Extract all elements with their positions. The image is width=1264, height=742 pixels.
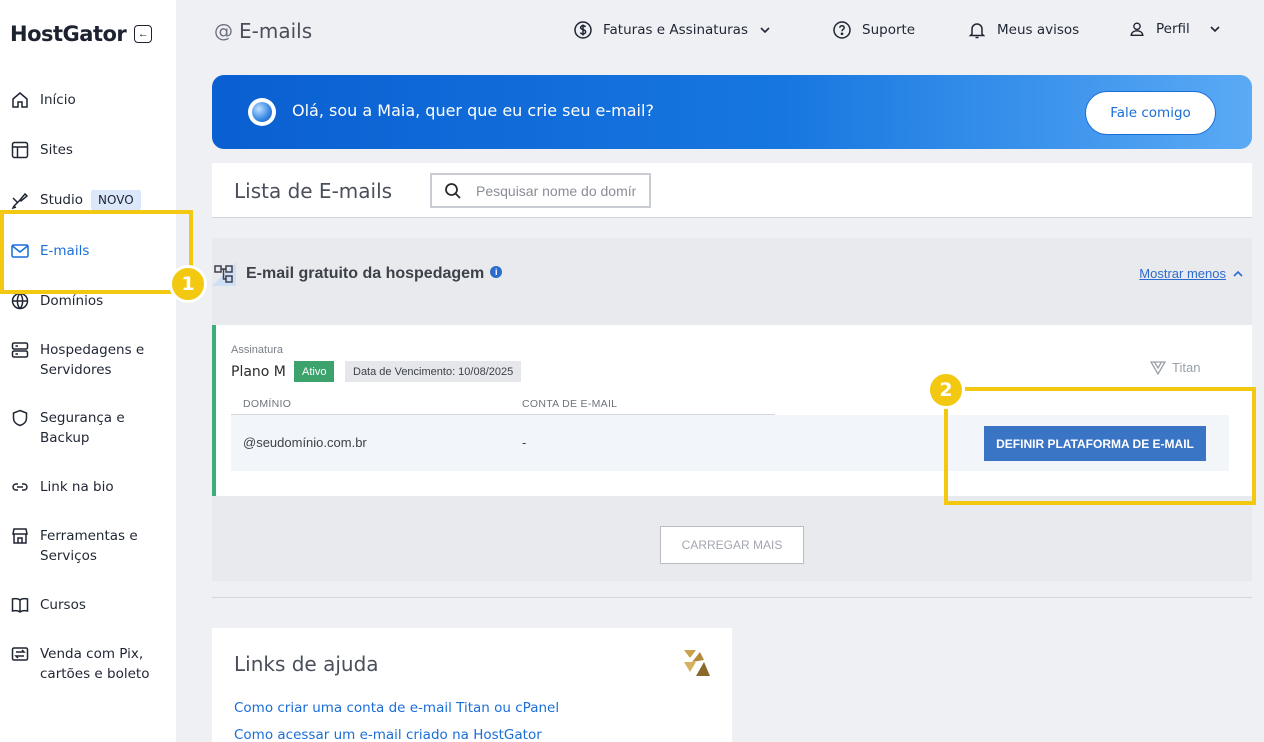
hostgator-shape-icon (684, 650, 710, 676)
studio-label: Studio (40, 192, 83, 208)
store-icon (12, 528, 28, 544)
new-badge: NOVO (91, 190, 141, 210)
maia-banner: Olá, sou a Maia, quer que eu crie seu e-… (212, 75, 1252, 149)
sidebar-item-studio[interactable]: Studio NOVO (0, 190, 176, 210)
user-icon (1130, 22, 1144, 36)
notices-link[interactable]: Meus avisos (967, 20, 1079, 40)
column-header-email-account: CONTA DE E-MAIL (522, 398, 618, 410)
help-link-create-account[interactable]: Como criar uma conta de e-mail Titan ou … (234, 700, 559, 716)
chevron-down-icon (1210, 26, 1220, 33)
at-icon: @ (214, 20, 233, 42)
status-badge: Ativo (294, 361, 335, 382)
notices-label: Meus avisos (997, 22, 1080, 38)
email-list-title: Lista de E-mails (234, 179, 393, 203)
sidebar-item-label: Hospedagens e Servidores (40, 342, 145, 378)
load-more-button[interactable]: CARREGAR MAIS (660, 526, 804, 564)
book-icon (11, 597, 29, 613)
help-links-card: Links de ajuda Como criar uma conta de e… (212, 628, 732, 742)
help-link-access-email[interactable]: Como acessar um e-mail criado na HostGat… (234, 727, 542, 742)
domain-search-input[interactable] (476, 182, 636, 199)
help-circle-icon (833, 21, 851, 39)
show-less-toggle[interactable]: Mostrar menos (1139, 266, 1244, 281)
support-link[interactable]: Suporte (832, 20, 915, 40)
info-icon[interactable]: i (490, 266, 503, 278)
section-title-text: E-mail gratuito da hospedagem (246, 265, 485, 282)
section-header: E-mail gratuito da hospedagem i (212, 262, 503, 286)
sidebar-item-label: Início (40, 92, 76, 108)
step-badge-2: 2 (927, 371, 965, 409)
shield-icon (12, 409, 28, 427)
support-label: Suporte (862, 22, 916, 38)
sidebar-item-label: Venda com Pix, cartões e boleto (40, 646, 150, 682)
maia-avatar-icon (248, 98, 276, 126)
sidebar-item-seguranca[interactable]: Segurança e Backup (0, 408, 176, 448)
sidebar-item-link-na-bio[interactable]: Link na bio (0, 477, 176, 497)
titan-label: Titan (1172, 360, 1201, 375)
sidebar-item-label: Ferramentas e Serviços (40, 528, 138, 564)
home-icon (12, 92, 28, 108)
section-title: E-mail gratuito da hospedagem i (246, 265, 503, 283)
due-date-badge: Data de Vencimento: 10/08/2025 (345, 361, 522, 382)
maia-banner-text: Olá, sou a Maia, quer que eu crie seu e-… (292, 101, 654, 120)
sidebar-item-venda-pix[interactable]: Venda com Pix, cartões e boleto (0, 644, 176, 684)
hosting-network-icon (212, 262, 236, 286)
row-email-account: - (522, 435, 527, 450)
sidebar-item-label: Cursos (40, 597, 86, 613)
content-divider (212, 597, 1252, 598)
sidebar-item-label: Domínios (40, 293, 104, 309)
sidebar-item-label: Sites (40, 142, 73, 158)
dollar-circle-icon (574, 21, 592, 39)
sidebar-item-cursos[interactable]: Cursos (0, 595, 176, 615)
chevron-down-icon (760, 27, 770, 34)
billing-menu[interactable]: Faturas e Assinaturas (573, 20, 772, 40)
profile-menu[interactable]: Perfil (1128, 20, 1222, 38)
row-domain: @seudomínio.com.br (243, 435, 367, 450)
plan-name: Plano M (231, 364, 286, 380)
billing-label: Faturas e Assinaturas (603, 22, 748, 38)
show-less-label: Mostrar menos (1139, 266, 1226, 281)
talk-to-maia-button[interactable]: Fale comigo (1085, 91, 1216, 135)
brush-icon (11, 192, 29, 210)
domain-search-box[interactable] (430, 173, 651, 208)
layout-icon (11, 141, 29, 159)
brand-logo[interactable]: HostGator ← (10, 22, 153, 46)
page-title: @ E-mails (214, 19, 312, 43)
search-icon (445, 182, 461, 199)
sidebar: HostGator ← Início Sites Studio NOVO E-ma… (0, 0, 176, 742)
transfer-icon (11, 647, 29, 661)
titan-platform: Titan (1150, 360, 1200, 375)
server-icon (11, 342, 29, 358)
sidebar-item-sites[interactable]: Sites (0, 140, 176, 160)
globe-icon (11, 292, 29, 310)
collapse-sidebar-icon[interactable]: ← (134, 25, 153, 43)
page-title-text: E-mails (239, 19, 313, 43)
help-links-title: Links de ajuda (234, 652, 379, 676)
sidebar-item-label: Link na bio (40, 479, 114, 495)
titan-logo-icon (1150, 360, 1166, 375)
chevron-up-icon (1233, 270, 1243, 277)
step-badge-1: 1 (169, 265, 207, 303)
brand-name: HostGator (10, 22, 127, 46)
sidebar-item-label: Segurança e Backup (40, 410, 125, 446)
profile-label: Perfil (1156, 21, 1190, 37)
email-list-header: Lista de E-mails (212, 163, 1252, 218)
sidebar-item-ferramentas[interactable]: Ferramentas e Serviços (0, 526, 176, 566)
sidebar-item-dominios[interactable]: Domínios (0, 291, 176, 311)
column-header-domain: DOMÍNIO (243, 398, 292, 410)
link-icon (12, 483, 28, 491)
sidebar-item-inicio[interactable]: Início (0, 90, 176, 110)
subscription-label: Assinatura (231, 344, 283, 356)
highlight-box-emails (0, 210, 193, 294)
highlight-box-define-platform (944, 387, 1256, 505)
sidebar-item-label: Studio NOVO (40, 190, 141, 210)
sidebar-item-hospedagens[interactable]: Hospedagens e Servidores (0, 340, 176, 380)
bell-icon (968, 23, 986, 39)
